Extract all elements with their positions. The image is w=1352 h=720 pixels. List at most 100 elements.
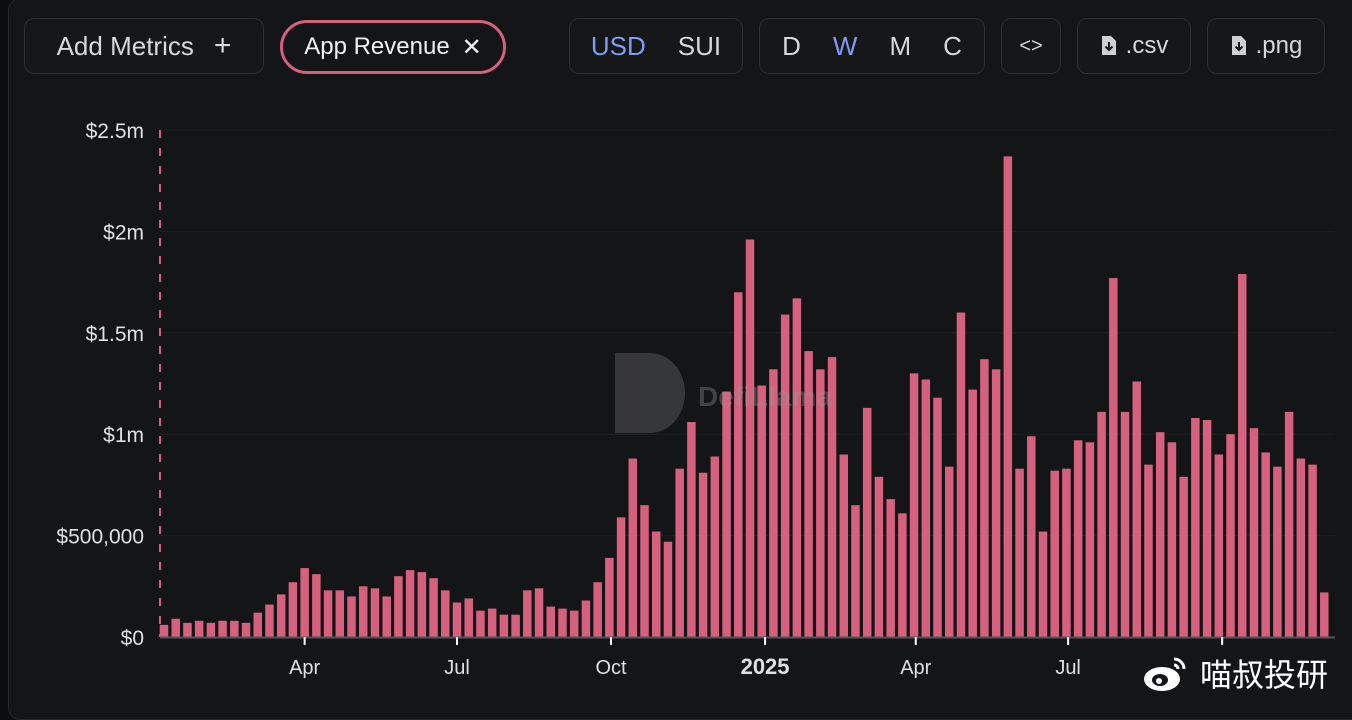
bar <box>1202 420 1212 637</box>
bar <box>1132 381 1142 637</box>
bar <box>745 239 755 637</box>
bar <box>698 472 708 637</box>
bar <box>1097 411 1106 637</box>
bar <box>886 499 895 637</box>
bar <box>370 588 380 637</box>
bar <box>312 574 321 637</box>
bar <box>956 312 966 637</box>
y-tick-label: $2.5m <box>86 120 144 143</box>
bar <box>1273 466 1282 637</box>
y-tick-label: $0 <box>121 627 144 650</box>
bar <box>511 614 520 637</box>
bar <box>839 454 849 637</box>
bar <box>347 596 356 637</box>
x-tick-label: Apr <box>289 657 320 679</box>
bar <box>980 359 989 637</box>
bar <box>569 610 579 637</box>
bar <box>1179 476 1188 637</box>
bar <box>241 622 251 637</box>
bar <box>534 588 544 637</box>
bar <box>558 608 567 637</box>
bar <box>593 582 602 637</box>
bar <box>206 622 216 637</box>
bar <box>276 594 286 637</box>
bar <box>581 600 591 637</box>
bar <box>1320 592 1329 637</box>
bar <box>921 379 931 637</box>
bar <box>194 620 204 637</box>
bar <box>499 614 509 637</box>
bar <box>1167 442 1177 637</box>
bar <box>616 517 626 637</box>
bar <box>862 407 872 637</box>
bar <box>1027 436 1036 637</box>
bar <box>1120 411 1130 637</box>
bar <box>183 622 192 637</box>
bar <box>394 576 403 637</box>
bar <box>464 598 473 637</box>
bar <box>851 505 860 637</box>
bar <box>523 590 532 637</box>
y-tick-label: $2m <box>103 221 144 244</box>
x-tick-label: Jul <box>1055 657 1081 679</box>
bar <box>675 468 684 637</box>
bar <box>441 590 450 637</box>
bar <box>546 606 556 637</box>
bar <box>288 582 298 637</box>
y-tick-label: $1.5m <box>86 323 144 346</box>
bar <box>1249 428 1259 637</box>
bar <box>605 557 614 637</box>
bar <box>417 572 427 637</box>
bar <box>1015 468 1024 637</box>
watermark-text: 喵叔投研 <box>1200 657 1329 693</box>
bar <box>1308 464 1317 637</box>
bar <box>1237 273 1247 637</box>
x-tick-label: 2025 <box>741 654 790 679</box>
bar <box>792 298 802 637</box>
svg-text:DefiLlama: DefiLlama <box>698 381 832 412</box>
bar <box>1062 468 1071 637</box>
bar <box>1155 432 1165 637</box>
bar <box>1073 440 1083 637</box>
bar <box>323 590 333 637</box>
bar <box>1038 531 1048 637</box>
bar <box>218 620 227 637</box>
bar <box>968 389 977 637</box>
bar <box>452 602 462 637</box>
bar <box>991 369 1001 637</box>
bar <box>874 476 884 637</box>
bar <box>230 620 239 637</box>
x-tick-label: Apr <box>900 657 931 679</box>
weibo-watermark: 喵叔投研 <box>1142 650 1328 696</box>
bar <box>335 590 345 637</box>
bar <box>358 586 368 637</box>
y-tick-label: $1m <box>103 424 144 447</box>
bar <box>1261 452 1270 637</box>
bar <box>944 466 954 637</box>
bar <box>300 568 309 637</box>
bar-chart: $0 $500,000 $1m $1.5m $2m $2.5m Apr Jul Oct 2025 A… <box>56 120 1335 679</box>
bar <box>1109 278 1118 637</box>
y-tick-label: $500,000 <box>56 526 144 549</box>
bar <box>171 618 180 637</box>
bar <box>734 292 743 637</box>
bar <box>933 397 942 637</box>
bar <box>405 570 415 637</box>
bar <box>159 624 169 637</box>
bar <box>1296 458 1306 637</box>
bar <box>487 608 497 637</box>
x-tick-label: Oct <box>595 657 627 679</box>
bar <box>640 505 649 637</box>
bar <box>663 541 673 637</box>
bar <box>710 456 720 637</box>
bar <box>909 373 919 637</box>
bar <box>722 391 731 637</box>
bar <box>628 458 638 637</box>
bar <box>1144 464 1153 637</box>
bar <box>898 513 907 637</box>
weibo-icon <box>1144 657 1186 691</box>
bar <box>651 531 661 637</box>
bar <box>687 422 696 637</box>
bar <box>1003 156 1013 637</box>
bar <box>780 314 790 637</box>
